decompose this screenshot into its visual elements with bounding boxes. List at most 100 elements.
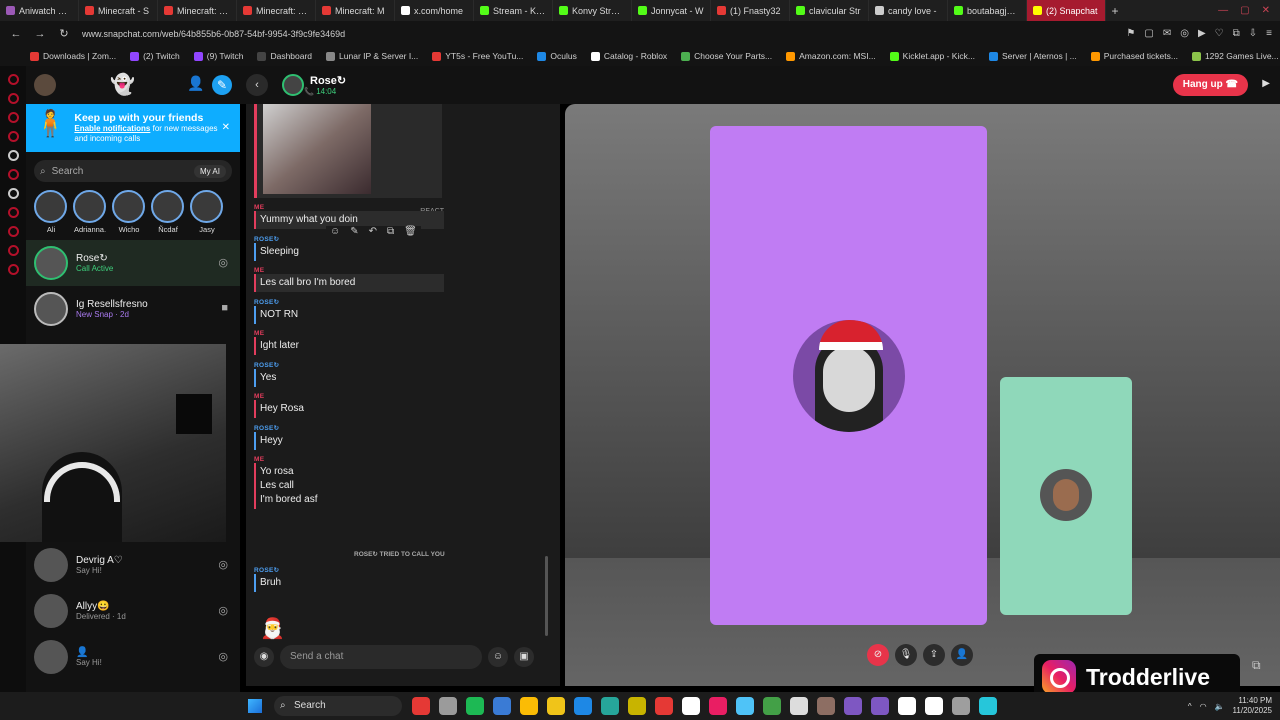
- volume-icon[interactable]: 🔈: [1215, 702, 1225, 711]
- browser-tab[interactable]: Aniwatch Free: [0, 0, 79, 21]
- sidebar-app-icon[interactable]: [7, 131, 19, 142]
- sidebar-app-icon[interactable]: [7, 207, 19, 218]
- browser-tab[interactable]: (2) Snapchat: [1027, 0, 1106, 21]
- message[interactable]: ME Ight later: [254, 330, 444, 355]
- media-message[interactable]: [254, 104, 442, 198]
- menu-icon[interactable]: ≡: [1266, 28, 1272, 39]
- download-icon[interactable]: ⇩: [1249, 28, 1257, 39]
- self-tile[interactable]: [1000, 377, 1132, 615]
- bookmark-item[interactable]: Kicklet.app - Kick...: [889, 51, 975, 61]
- chat-list-item[interactable]: Devrig A♡ Say Hi! ◎: [26, 542, 240, 588]
- chat-list-item[interactable]: 👤 Say Hi! ◎: [26, 634, 240, 680]
- new-chat-button[interactable]: ✎: [212, 75, 232, 95]
- my-ai-button[interactable]: My AI: [193, 164, 226, 178]
- taskbar-app-icon[interactable]: [844, 697, 862, 715]
- story-item[interactable]: Wicho: [112, 190, 146, 240]
- bookmark-item[interactable]: Downloads | Zom...: [30, 51, 116, 61]
- taskbar-app-icon[interactable]: [898, 697, 916, 715]
- story-item[interactable]: Ñcdaf: [151, 190, 185, 240]
- browser-tab[interactable]: candy love -: [869, 0, 948, 21]
- clock[interactable]: 11:40 PM 11/20/2025: [1233, 696, 1272, 716]
- sidebar-app-icon[interactable]: [7, 112, 19, 123]
- forward-icon[interactable]: →: [32, 28, 48, 40]
- chevron-up-icon[interactable]: ^: [1188, 702, 1192, 711]
- message[interactable]: ME Yo rosa Les call I'm bored asf: [254, 456, 444, 509]
- browser-tab[interactable]: Minecraft - S: [79, 0, 158, 21]
- message[interactable]: ROSE↻ Heyy: [254, 424, 444, 450]
- taskbar-app-icon[interactable]: [628, 697, 646, 715]
- copy-icon[interactable]: ⧉: [387, 226, 394, 237]
- taskbar-app-icon[interactable]: [925, 697, 943, 715]
- avatar[interactable]: [34, 74, 56, 96]
- taskbar-app-icon[interactable]: [709, 697, 727, 715]
- story-item[interactable]: Jasy: [190, 190, 224, 240]
- taskbar-search[interactable]: Search: [274, 696, 402, 716]
- minimize-icon[interactable]: —: [1218, 5, 1228, 16]
- taskbar-app-icon[interactable]: [574, 697, 592, 715]
- camera-icon[interactable]: ◎: [218, 604, 228, 617]
- back-icon[interactable]: ←: [8, 28, 24, 40]
- sidebar-app-icon[interactable]: [7, 245, 19, 256]
- sidebar-app-icon[interactable]: [7, 226, 19, 237]
- taskbar-app-icon[interactable]: [655, 697, 673, 715]
- bookmark-item[interactable]: Lunar IP & Server I...: [326, 51, 418, 61]
- message[interactable]: ROSE↻ Sleeping: [254, 235, 444, 261]
- taskbar-app-icon[interactable]: [790, 697, 808, 715]
- windows-start-icon[interactable]: [248, 699, 262, 713]
- browser-tab[interactable]: Jonnycat - W: [632, 0, 711, 21]
- search-input[interactable]: ⌕ Search My AI: [34, 160, 232, 182]
- hang-up-button[interactable]: Hang up ☎: [1172, 74, 1248, 96]
- story-item[interactable]: Ali: [34, 190, 68, 240]
- enable-notifications-link[interactable]: Enable notifications: [74, 124, 150, 133]
- taskbar-app-icon[interactable]: [871, 697, 889, 715]
- photo-thumbnail[interactable]: [263, 104, 371, 194]
- wifi-icon[interactable]: ◠: [1200, 702, 1207, 711]
- close-window-icon[interactable]: ✕: [1262, 5, 1270, 16]
- message[interactable]: ROSE↻ Bruh: [254, 566, 444, 592]
- taskbar-app-icon[interactable]: [547, 697, 565, 715]
- browser-tab[interactable]: Konvy Stream: [553, 0, 632, 21]
- new-tab-button[interactable]: +: [1106, 4, 1124, 18]
- react-icon[interactable]: ☺: [330, 226, 340, 237]
- heart-icon[interactable]: ♡: [1215, 28, 1224, 39]
- reload-icon[interactable]: ↻: [56, 27, 72, 40]
- puzzle-icon[interactable]: ⧉: [1233, 28, 1240, 39]
- extension-icon[interactable]: ✉: [1163, 28, 1171, 39]
- camera-icon[interactable]: ◎: [218, 558, 228, 571]
- bookmark-item[interactable]: (2) Twitch: [130, 51, 180, 61]
- sidebar-app-icon[interactable]: [7, 74, 19, 85]
- extension-icon[interactable]: ◎: [1180, 28, 1189, 39]
- taskbar-app-icon[interactable]: [736, 697, 754, 715]
- taskbar-app-icon[interactable]: [493, 697, 511, 715]
- maximize-icon[interactable]: ▢: [1240, 5, 1249, 16]
- sidebar-app-icon[interactable]: [7, 93, 19, 104]
- chat-input[interactable]: Send a chat: [280, 645, 482, 669]
- taskbar-app-icon[interactable]: [520, 697, 538, 715]
- browser-tab[interactable]: boutabagjose: [948, 0, 1027, 21]
- camera-icon[interactable]: ◎: [218, 650, 228, 663]
- extension-icon[interactable]: ▢: [1144, 28, 1153, 39]
- camera-off-button[interactable]: ⊘: [867, 644, 889, 666]
- microphone-button[interactable]: 🎙: [895, 644, 917, 666]
- taskbar-app-icon[interactable]: [601, 697, 619, 715]
- message[interactable]: ROSE↻ Yes: [254, 361, 444, 387]
- sticker-button[interactable]: ▣: [514, 647, 534, 667]
- taskbar-app-icon[interactable]: [763, 697, 781, 715]
- scrollbar[interactable]: [545, 556, 548, 636]
- sidebar-app-icon[interactable]: [7, 169, 19, 180]
- message[interactable]: ME Les call bro I'm bored: [254, 267, 444, 292]
- extension-icon[interactable]: ▶: [1198, 28, 1206, 39]
- bookmark-item[interactable]: Dashboard: [257, 51, 312, 61]
- close-icon[interactable]: ✕: [222, 122, 230, 133]
- bookmark-item[interactable]: Amazon.com: MSI...: [786, 51, 876, 61]
- edit-icon[interactable]: ✎: [350, 226, 358, 237]
- sidebar-app-icon[interactable]: [7, 188, 19, 199]
- delete-icon[interactable]: 🗑: [404, 226, 417, 237]
- story-item[interactable]: Adrianna.: [73, 190, 107, 240]
- taskbar-app-icon[interactable]: [817, 697, 835, 715]
- camera-button[interactable]: ◉: [254, 647, 274, 667]
- bookmark-item[interactable]: Choose Your Parts...: [681, 51, 772, 61]
- emoji-button[interactable]: ☺: [488, 647, 508, 667]
- add-participant-button[interactable]: 👤: [951, 644, 973, 666]
- extension-icon[interactable]: ⚑: [1126, 28, 1135, 39]
